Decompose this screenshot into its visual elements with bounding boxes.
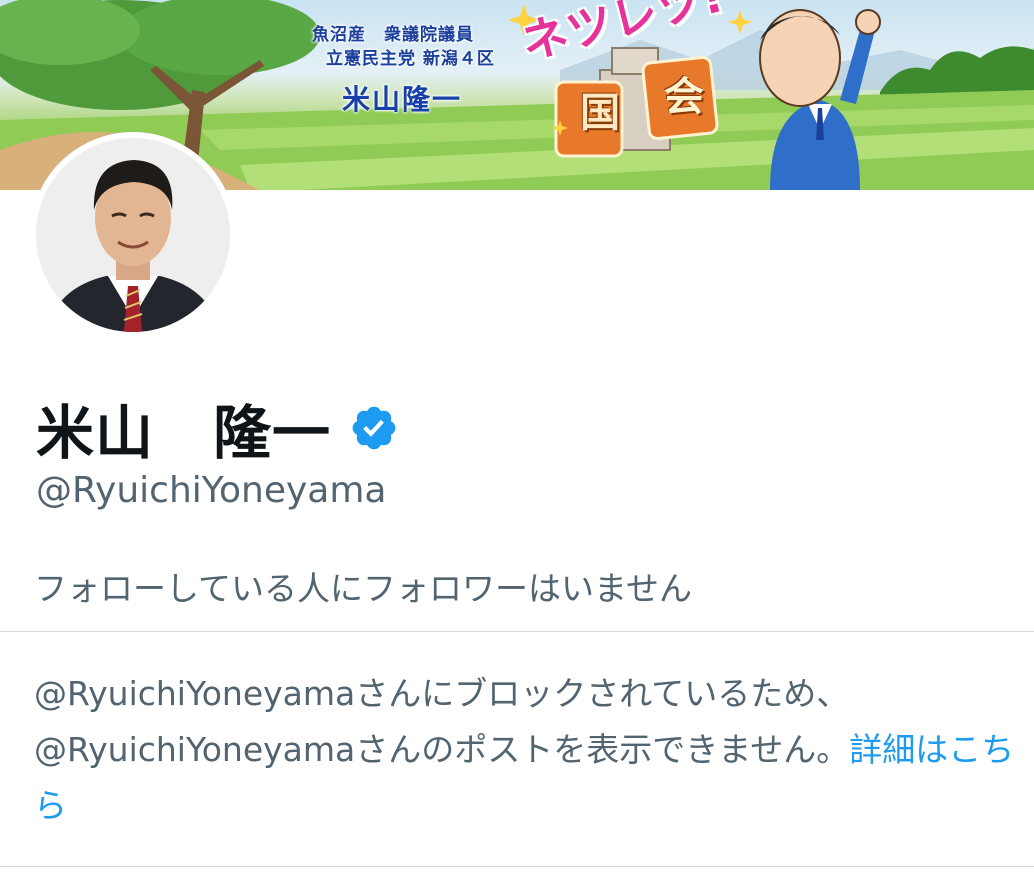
banner-text-party: 立憲民主党 新潟４区 (326, 49, 495, 69)
profile-handle: @RyuichiYoneyama (36, 470, 387, 511)
blocked-message-line1: @RyuichiYoneyamaさんにブロックされているため、 (34, 674, 850, 713)
divider (0, 631, 1034, 632)
profile-name-row: 米山 隆一 (36, 386, 399, 470)
avatar[interactable] (30, 132, 236, 338)
avatar-photo (36, 138, 230, 332)
banner-text-name: 米山隆一 (342, 83, 463, 116)
divider (0, 866, 1034, 867)
banner-text-kai: 会 (664, 74, 704, 120)
blocked-message: @RyuichiYoneyamaさんにブロックされているため、 @Ryuichi… (34, 666, 1018, 834)
display-name: 米山 隆一 (36, 399, 332, 467)
banner-text-title: 魚沼産 衆議院議員 (312, 25, 474, 45)
blocked-message-line2: @RyuichiYoneyamaさんのポストを表示できません。 (34, 730, 850, 769)
verified-badge-icon[interactable] (349, 403, 399, 453)
banner-text-kuni: 国 (580, 90, 620, 136)
followers-you-know-note: フォローしている人にフォロワーはいません (34, 569, 693, 608)
